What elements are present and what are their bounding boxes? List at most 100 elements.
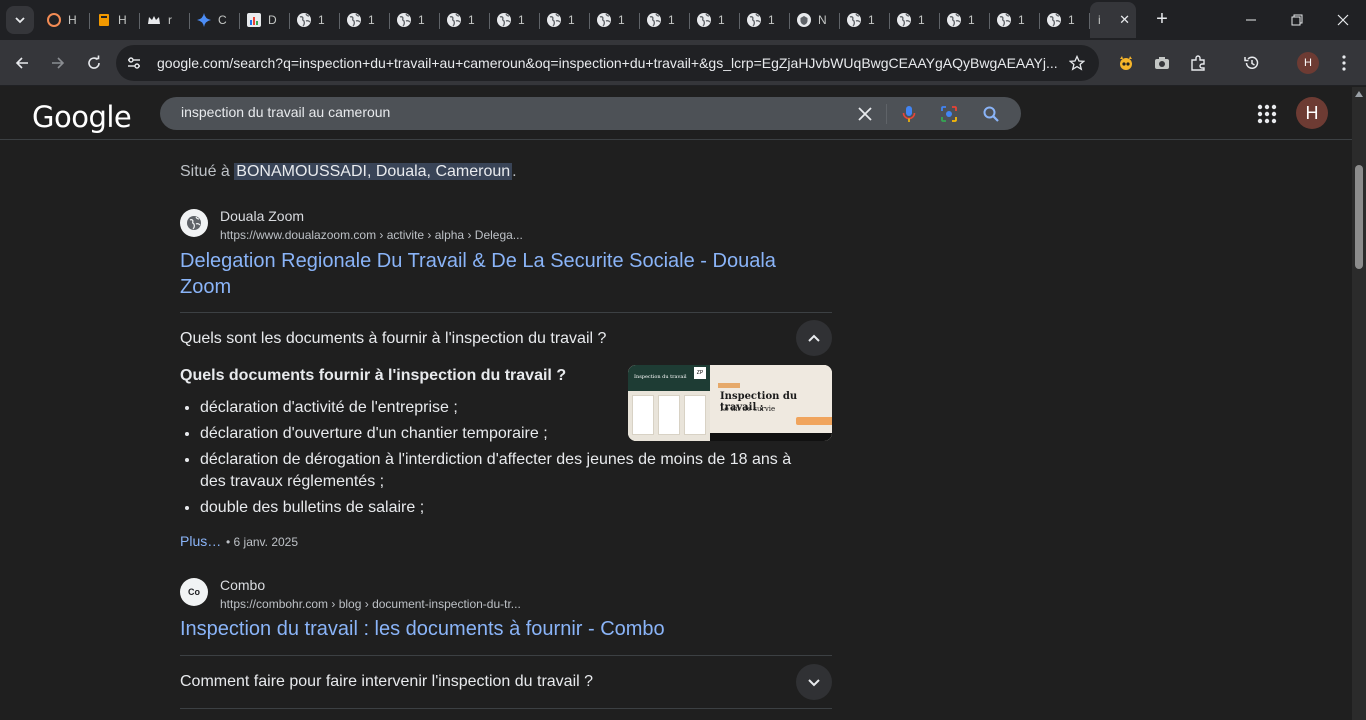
profile-button[interactable]: H xyxy=(1294,49,1322,77)
page-scrollbar[interactable] xyxy=(1352,87,1366,720)
browser-tab[interactable]: 1 xyxy=(1040,4,1090,36)
browser-tab[interactable]: 1 xyxy=(340,4,390,36)
scrollbar-thumb[interactable] xyxy=(1355,165,1363,269)
faq-question[interactable]: Quels sont les documents à fournir à l'i… xyxy=(180,330,606,348)
globe-icon xyxy=(746,12,762,28)
divider xyxy=(180,708,832,709)
divider xyxy=(180,655,832,656)
search-results-page: Google H xyxy=(0,87,1352,720)
history-icon[interactable] xyxy=(1238,49,1266,77)
tab-title: 1 xyxy=(668,13,675,27)
new-tab-button[interactable]: + xyxy=(1150,8,1174,32)
tab-title: H xyxy=(118,13,127,27)
address-bar[interactable]: google.com/search?q=inspection+du+travai… xyxy=(116,45,1099,81)
forward-button[interactable] xyxy=(44,49,72,77)
address-url[interactable]: google.com/search?q=inspection+du+travai… xyxy=(157,55,1057,71)
clear-search-button[interactable] xyxy=(854,103,876,125)
chevron-down-icon xyxy=(15,17,25,24)
voice-search-button[interactable] xyxy=(898,103,920,125)
browser-tab[interactable]: 1 xyxy=(490,4,540,36)
tab-title: 1 xyxy=(968,13,975,27)
tab-title: 1 xyxy=(618,13,625,27)
browser-tab[interactable]: H xyxy=(40,4,90,36)
tab-title: N xyxy=(818,13,827,27)
loader-ring-icon xyxy=(46,12,62,28)
globe-icon xyxy=(596,12,612,28)
extensions-puzzle-icon[interactable] xyxy=(1184,49,1212,77)
source-name: Combo xyxy=(220,577,266,593)
globe-icon xyxy=(696,12,712,28)
faq-collapse-button[interactable] xyxy=(796,320,832,356)
bookmark-star-icon[interactable] xyxy=(1067,53,1087,73)
restore-button[interactable] xyxy=(1274,0,1320,40)
tab-title: 1 xyxy=(768,13,775,27)
thumb-subtitle: Le kit de survie xyxy=(720,405,776,413)
camera-lens-icon xyxy=(941,106,957,122)
arrow-left-icon xyxy=(15,57,28,69)
browser-tab[interactable]: 1 xyxy=(740,4,790,36)
browser-tab[interactable]: 1 xyxy=(540,4,590,36)
browser-tab[interactable]: 1 xyxy=(690,4,740,36)
location-prefix: Situé à xyxy=(180,163,235,180)
globe-icon xyxy=(396,12,412,28)
result-source-combo[interactable]: Co Combo https://combohr.com › blog › do… xyxy=(180,577,521,611)
answer-date: • 6 janv. 2025 xyxy=(226,535,299,549)
lens-search-button[interactable] xyxy=(938,103,960,125)
google-apps-icon[interactable] xyxy=(1256,103,1278,125)
tab-title: H xyxy=(68,13,77,27)
faq-expand-button[interactable] xyxy=(796,664,832,700)
microphone-icon xyxy=(902,106,916,122)
scroll-up-arrow-icon[interactable] xyxy=(1355,91,1363,97)
kebab-menu-icon xyxy=(1342,55,1346,71)
browser-tab[interactable]: 1 xyxy=(840,4,890,36)
answer-thumbnail[interactable]: Inspection du travail ZP Inspection du t… xyxy=(628,365,832,441)
browser-tab[interactable]: 1 xyxy=(990,4,1040,36)
browser-tab[interactable]: H xyxy=(90,4,140,36)
search-divider xyxy=(886,104,887,124)
search-box[interactable] xyxy=(160,97,1021,130)
close-window-button[interactable] xyxy=(1320,0,1366,40)
globe-icon xyxy=(896,12,912,28)
account-avatar[interactable]: H xyxy=(1296,97,1328,129)
result-title-link[interactable]: Delegation Regionale Du Travail & De La … xyxy=(180,248,820,300)
reload-button[interactable] xyxy=(80,49,108,77)
google-logo[interactable]: Google xyxy=(32,100,132,134)
globe-icon xyxy=(646,12,662,28)
browser-tab[interactable]: D xyxy=(240,4,290,36)
location-suffix: . xyxy=(512,163,517,180)
extension-cat-icon[interactable] xyxy=(1112,49,1140,77)
tab-search-button[interactable] xyxy=(6,6,34,34)
faq-question[interactable]: Comment faire pour faire intervenir l'in… xyxy=(180,673,593,691)
minimize-button[interactable] xyxy=(1228,0,1274,40)
list-item: déclaration d'activité de l'entreprise ; xyxy=(200,397,600,419)
screenshot-camera-icon[interactable] xyxy=(1148,49,1176,77)
browser-menu-button[interactable] xyxy=(1330,49,1358,77)
sparkle-icon xyxy=(196,12,212,28)
result-title-link[interactable]: Inspection du travail : les documents à … xyxy=(180,616,820,642)
browser-tab[interactable]: C xyxy=(190,4,240,36)
browser-tab[interactable]: 1 xyxy=(940,4,990,36)
result-source-doualazoom[interactable]: Douala Zoom https://www.doualazoom.com ›… xyxy=(180,208,523,242)
browser-tab[interactable]: 1 xyxy=(640,4,690,36)
back-button[interactable] xyxy=(8,49,36,77)
search-submit-button[interactable] xyxy=(980,103,1002,125)
list-item: déclaration d'ouverture d'un chantier te… xyxy=(200,423,600,445)
tab-title: 1 xyxy=(368,13,375,27)
browser-tab-active[interactable]: i ✕ xyxy=(1090,2,1136,38)
close-tab-icon[interactable]: ✕ xyxy=(1119,12,1130,28)
search-icon xyxy=(983,106,999,122)
tab-list: H Hr C D 1 1 1 1 1 1 1 1 1 1 N 1 1 1 1 1 i ✕ xyxy=(40,2,1136,38)
browser-tab[interactable]: r xyxy=(140,4,190,36)
google-header: Google H xyxy=(0,87,1352,140)
more-link[interactable]: Plus… xyxy=(180,533,221,549)
browser-tab[interactable]: 1 xyxy=(890,4,940,36)
browser-tab[interactable]: 1 xyxy=(290,4,340,36)
tab-title: 1 xyxy=(418,13,425,27)
browser-tab[interactable]: N xyxy=(790,4,840,36)
browser-tab[interactable]: 1 xyxy=(590,4,640,36)
search-input[interactable] xyxy=(181,104,831,120)
browser-tab[interactable]: 1 xyxy=(440,4,490,36)
browser-tab[interactable]: 1 xyxy=(390,4,440,36)
site-settings-icon[interactable] xyxy=(124,53,144,73)
list-item: déclaration de dérogation à l'interdicti… xyxy=(200,449,820,493)
